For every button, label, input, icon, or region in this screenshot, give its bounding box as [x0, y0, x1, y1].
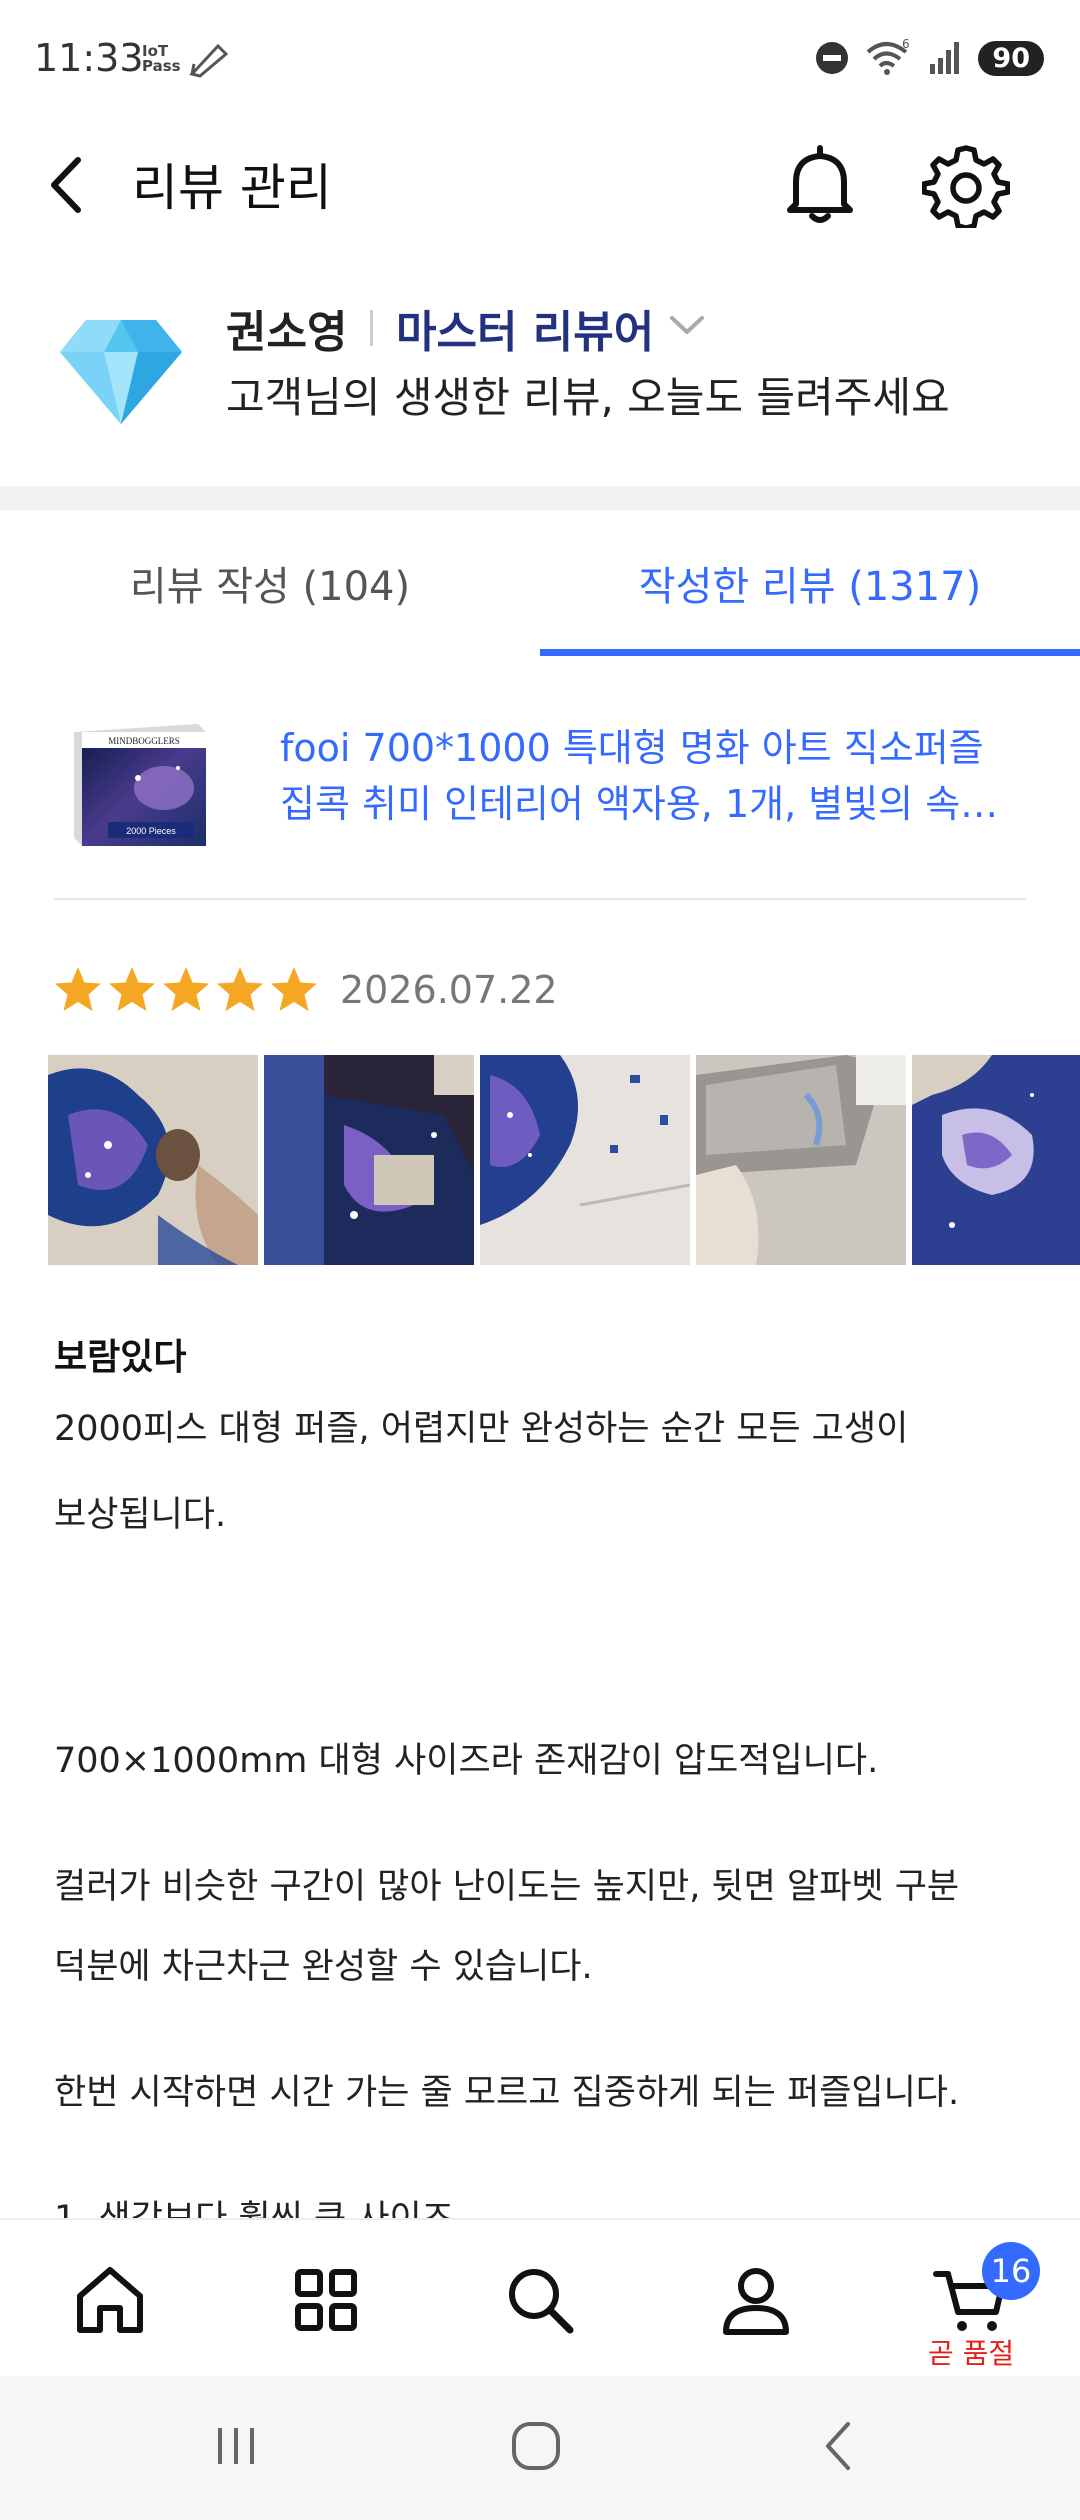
svg-text:2000 Pieces: 2000 Pieces: [126, 826, 176, 836]
tab-write-review[interactable]: 리뷰 작성 (104): [0, 510, 540, 656]
bottom-navigation: 16 곧 품절: [0, 2218, 1080, 2376]
star-icon: [163, 967, 209, 1011]
review-date: 2026.07.22: [340, 968, 558, 1012]
section-divider: [0, 486, 1080, 510]
name-divider: [370, 310, 373, 346]
review-body: 2000피스 대형 퍼즐, 어렵지만 완성하는 순간 모든 고생이 보상됩니다.…: [54, 1400, 1034, 2220]
review-photo-4[interactable]: [696, 1055, 906, 1265]
star-icon: [271, 967, 317, 1011]
status-bar: 11:33 IoT Pass 6 90: [0, 0, 1080, 120]
review-photo-3[interactable]: [480, 1055, 690, 1265]
star-icon: [217, 967, 263, 1011]
review-paragraph: 덕분에 차근차근 완성할 수 있습니다.: [54, 1947, 593, 1987]
signal-icon: [930, 42, 960, 74]
home-button-icon[interactable]: [506, 2416, 566, 2476]
product-name[interactable]: fooi 700*1000 특대형 명화 아트 직소퍼즐 집콕 취미 인테리어 …: [280, 720, 1030, 832]
app-header: 리뷰 관리: [0, 120, 1080, 250]
cart-status-label: 곧 품절: [928, 2337, 1015, 2370]
system-back-icon[interactable]: [810, 2416, 870, 2476]
pencil-icon: [189, 43, 229, 78]
review-photo-2[interactable]: [264, 1055, 474, 1265]
review-rating: 2026.07.22: [52, 960, 558, 1020]
review-tabs: 리뷰 작성 (104) 작성한 리뷰 (1317): [0, 510, 1080, 656]
notification-bell-icon[interactable]: [780, 142, 860, 228]
product-name-line2[interactable]: 집콕 취미 인테리어 액자용, 1개, 별빛의 속삭…: [280, 776, 1030, 832]
categories-icon[interactable]: [286, 2260, 366, 2340]
product-thumbnail[interactable]: MINDBOGGLERS 2000 Pieces: [68, 718, 212, 852]
reviewed-product[interactable]: MINDBOGGLERS 2000 Pieces fooi 700*1000 특…: [54, 690, 1030, 900]
reviewer-grade[interactable]: 마스터 리뷰어: [396, 296, 654, 360]
recent-apps-icon[interactable]: [206, 2416, 266, 2476]
search-icon[interactable]: [500, 2260, 580, 2340]
review-paragraph: 2000피스 대형 퍼즐, 어렵지만 완성하는 순간 모든 고생이: [54, 1409, 909, 1449]
review-title: 보람있다: [54, 1337, 187, 1378]
profile-message: 고객님의 생생한 리뷰, 오늘도 들려주세요: [226, 373, 950, 422]
status-time: 11:33: [34, 36, 144, 80]
chevron-down-icon[interactable]: [668, 310, 706, 340]
product-name-line1[interactable]: fooi 700*1000 특대형 명화 아트 직소퍼즐: [280, 720, 1030, 776]
my-page-icon[interactable]: [716, 2260, 796, 2340]
cart-count-badge: 16: [982, 2242, 1040, 2300]
review-paragraph: 컬러가 비슷한 구간이 많아 난이도는 높지만, 뒷면 알파벳 구분: [54, 1867, 960, 1907]
active-tab-indicator: [540, 649, 1080, 656]
iot-pass-icon: IoT Pass: [142, 42, 181, 75]
settings-gear-icon[interactable]: [922, 142, 1010, 228]
review-paragraph: 보상됩니다.: [54, 1495, 227, 1535]
page-title: 리뷰 관리: [132, 159, 332, 217]
wifi-icon: 6: [867, 38, 910, 75]
review-photos: [48, 1055, 1080, 1265]
review-photo-1[interactable]: [48, 1055, 258, 1265]
star-icon: [109, 967, 155, 1011]
diamond-icon: [60, 320, 182, 424]
svg-text:6: 6: [902, 38, 910, 51]
review-paragraph: 한번 시작하면 시간 가는 줄 모르고 집중하게 되는 퍼즐입니다.: [54, 2073, 960, 2113]
tab-written-reviews[interactable]: 작성한 리뷰 (1317): [540, 510, 1080, 656]
reviewer-profile: 권소영 마스터 리뷰어 고객님의 생생한 리뷰, 오늘도 들려주세요: [0, 280, 1080, 480]
back-arrow-icon[interactable]: [40, 150, 100, 220]
star-rating: [52, 964, 320, 1016]
star-icon: [55, 967, 101, 1011]
home-icon[interactable]: [70, 2260, 150, 2340]
battery-indicator: 90: [978, 40, 1044, 76]
review-paragraph: 1. 생각보다 훨씬 큰 사이즈: [54, 2199, 454, 2220]
svg-text:MINDBOGGLERS: MINDBOGGLERS: [108, 736, 180, 746]
review-paragraph: 700×1000mm 대형 사이즈라 존재감이 압도적입니다.: [54, 1741, 879, 1781]
reviewer-name: 권소영: [226, 307, 348, 358]
dnd-icon: [816, 42, 849, 74]
system-navigation-bar: [0, 2376, 1080, 2520]
review-photo-5[interactable]: [912, 1055, 1080, 1265]
